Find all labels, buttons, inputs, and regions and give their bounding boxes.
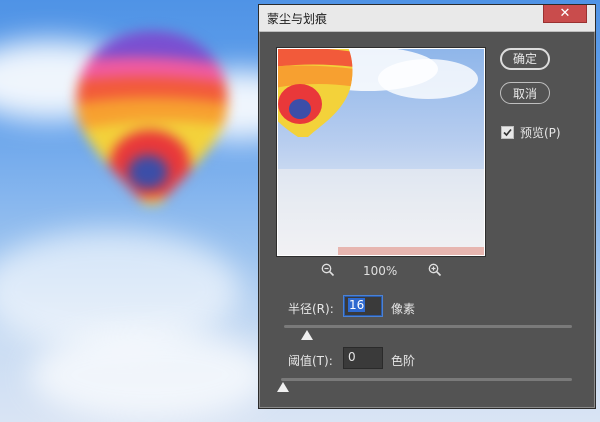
radius-label: 半径(R): [288, 302, 334, 316]
close-icon: ✕ [559, 6, 571, 21]
zoom-level: 100% [363, 264, 398, 278]
radius-value: 16 [348, 298, 366, 312]
radius-slider-track[interactable] [284, 325, 572, 328]
cloud [30, 330, 270, 420]
preview-image [278, 49, 484, 255]
threshold-label: 阈值(T): [288, 354, 333, 368]
checkmark-icon [503, 128, 512, 137]
zoom-in-icon[interactable] [428, 263, 442, 277]
preview-checkbox[interactable] [501, 126, 514, 139]
threshold-input[interactable]: 0 [343, 347, 383, 369]
radius-slider-thumb[interactable] [301, 330, 313, 340]
title-bar[interactable]: 蒙尘与划痕 ✕ [259, 5, 595, 32]
ok-button[interactable]: 确定 [500, 48, 550, 70]
radius-unit: 像素 [391, 302, 416, 316]
preview-checkbox-row[interactable]: 预览(P) [501, 124, 561, 141]
close-button[interactable]: ✕ [543, 5, 587, 23]
threshold-unit: 色阶 [391, 354, 416, 368]
threshold-slider-track[interactable] [281, 378, 572, 381]
zoom-out-icon[interactable] [321, 263, 335, 277]
filter-preview[interactable] [276, 47, 486, 257]
threshold-value: 0 [348, 350, 356, 364]
dialog-title: 蒙尘与划痕 [267, 12, 328, 26]
zoom-controls: 100% [321, 263, 442, 279]
hot-air-balloon-image [76, 31, 228, 204]
threshold-slider-thumb[interactable] [277, 382, 289, 392]
cancel-button[interactable]: 取消 [500, 82, 550, 104]
radius-input[interactable]: 16 [343, 295, 383, 317]
preview-checkbox-label: 预览(P) [520, 126, 561, 140]
dust-and-scratches-dialog: 蒙尘与划痕 ✕ 确定 取消 预览(P) 100% 半径(R): 16 像素 阈值… [258, 4, 596, 409]
preview-balloon-image [278, 49, 484, 255]
